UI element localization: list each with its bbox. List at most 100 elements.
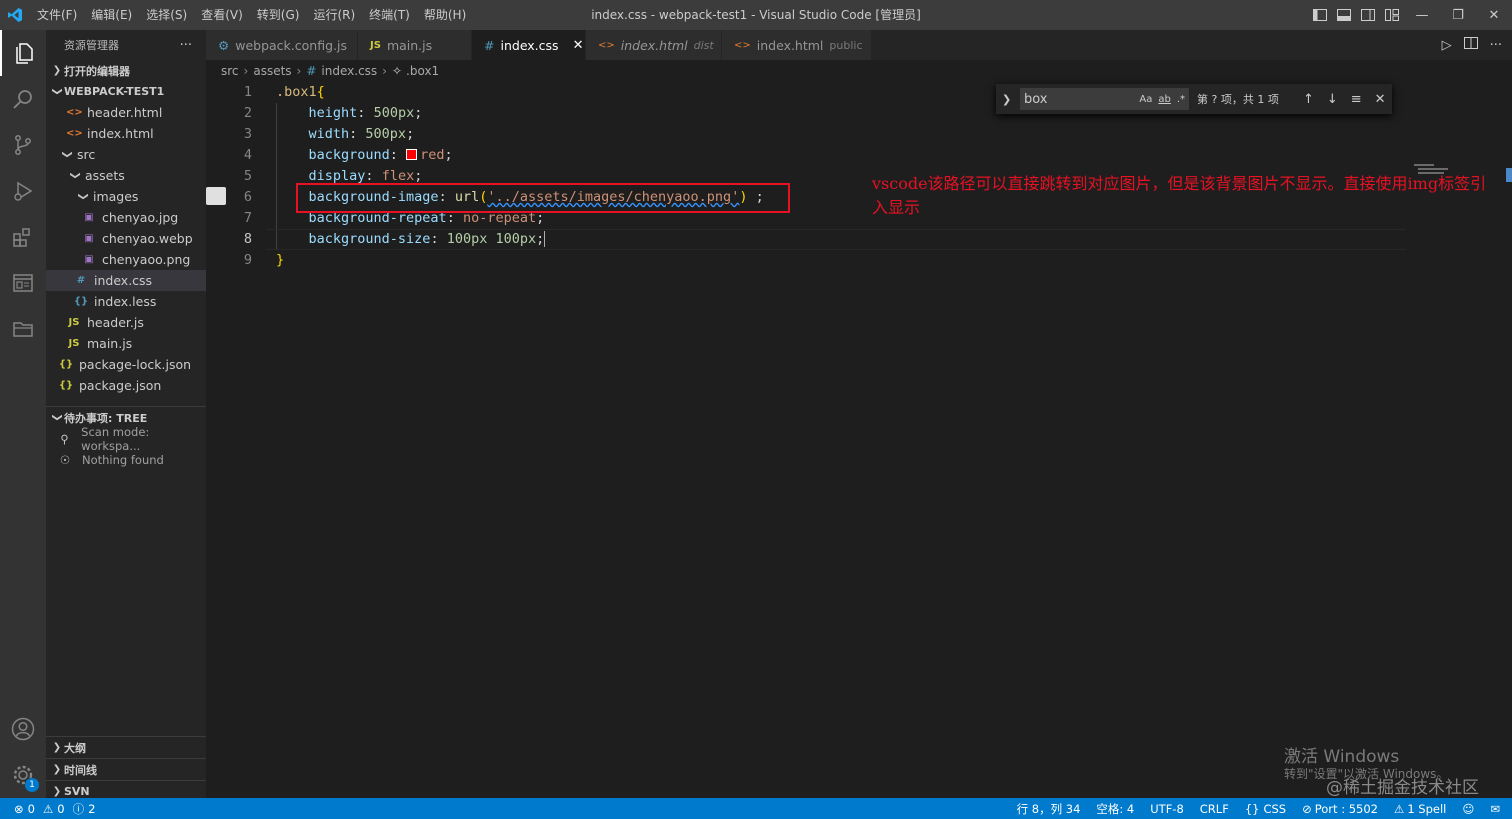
explorer-title: 资源管理器 — [64, 39, 119, 52]
search-icon[interactable] — [0, 76, 46, 122]
find-input[interactable]: box Aa ab .* — [1019, 88, 1190, 110]
chevron-down-icon: ❯ — [69, 171, 81, 180]
problems-indicator[interactable]: ⊗ 0 ⚠ 0 ⓘ 2 — [0, 801, 95, 817]
indentation[interactable]: 空格: 4 — [1096, 801, 1134, 817]
tree-item-chenyaoo-png[interactable]: ▣ chenyaoo.png — [46, 249, 206, 270]
find-result-count: 第 ? 项，共 1 项 — [1197, 93, 1279, 106]
tab-webpack-config[interactable]: ⚙ webpack.config.js — [206, 30, 358, 60]
chevron-down-icon: ❯ — [61, 150, 73, 159]
end-of-line[interactable]: CRLF — [1200, 802, 1229, 816]
chevron-right-icon: ❯ — [52, 65, 62, 76]
explorer-icon[interactable] — [0, 30, 46, 76]
tree-item-header-html[interactable]: <> header.html — [46, 102, 206, 123]
breadcrumb-selector[interactable]: .box1 — [406, 64, 439, 78]
site-watermark: @稀土掘金技术社区 — [1326, 778, 1479, 798]
menu-file[interactable]: 文件(F) — [30, 0, 84, 30]
breadcrumb-assets[interactable]: assets — [253, 64, 291, 78]
run-debug-icon[interactable] — [0, 168, 46, 214]
menu-selection[interactable]: 选择(S) — [139, 0, 194, 30]
find-in-selection-icon[interactable]: ≡ — [1344, 92, 1368, 107]
menu-bar: 文件(F) 编辑(E) 选择(S) 查看(V) 转到(G) 运行(R) 终端(T… — [30, 0, 473, 30]
next-match-arrow-down-icon[interactable]: ↓ — [1320, 92, 1344, 107]
cursor-position[interactable]: 行 8，列 34 — [1017, 801, 1081, 817]
toggle-panel-icon[interactable] — [1332, 0, 1356, 30]
feedback-icon[interactable]: ☺ — [1462, 802, 1474, 816]
activate-windows-watermark: 激活 Windows — [1284, 747, 1400, 767]
tab-index-html-dist[interactable]: <> index.html dist — [586, 30, 722, 60]
customize-layout-icon[interactable] — [1380, 0, 1404, 30]
match-case-toggle[interactable]: Aa — [1139, 94, 1152, 105]
spell-check[interactable]: ⚠ 1 Spell — [1394, 802, 1446, 816]
info-circle-icon: ☉ — [59, 452, 71, 467]
tree-item-header-js[interactable]: JS header.js — [46, 312, 206, 333]
tab-index-html-public[interactable]: <> index.html public — [722, 30, 872, 60]
toggle-replace-chevron-icon[interactable]: ❯ — [1002, 93, 1014, 106]
js-file-icon: JS — [370, 39, 381, 51]
match-word-toggle[interactable]: ab — [1158, 94, 1170, 105]
tree-folder-images[interactable]: ❯ images — [46, 186, 206, 207]
menu-terminal[interactable]: 终端(T) — [362, 0, 417, 30]
account-icon[interactable] — [0, 706, 46, 752]
tree-item-index-html[interactable]: <> index.html — [46, 123, 206, 144]
source-control-icon[interactable] — [0, 122, 46, 168]
color-swatch[interactable] — [406, 149, 418, 160]
close-window-icon[interactable]: ✕ — [1476, 0, 1512, 30]
close-find-icon[interactable]: ✕ — [1368, 92, 1392, 107]
previous-match-arrow-up-icon[interactable]: ↑ — [1297, 92, 1321, 107]
title-bar: 文件(F) 编辑(E) 选择(S) 查看(V) 转到(G) 运行(R) 终端(T… — [0, 0, 1512, 30]
json-file-icon: {} — [58, 359, 74, 370]
minimap[interactable] — [1414, 164, 1500, 178]
menu-run[interactable]: 运行(R) — [306, 0, 362, 30]
tree-item-index-less[interactable]: {} index.less — [46, 291, 206, 312]
encoding[interactable]: UTF-8 — [1150, 802, 1184, 816]
broadcast-icon: ⊘ — [1302, 801, 1312, 816]
project-section[interactable]: ❯ WEBPACK-TEST1 — [46, 81, 206, 102]
tree-item-package-lock-json[interactable]: {} package-lock.json — [46, 354, 206, 375]
toggle-sidebar-icon[interactable] — [1308, 0, 1332, 30]
tree-item-main-js[interactable]: JS main.js — [46, 333, 206, 354]
extensions-icon[interactable] — [0, 214, 46, 260]
split-editor-icon[interactable] — [1463, 37, 1478, 53]
todo-scan-mode[interactable]: ⚲ Scan mode: workspa... — [46, 425, 206, 453]
close-tab-icon[interactable]: ✕ — [573, 38, 584, 53]
menu-go[interactable]: 转到(G) — [250, 0, 307, 30]
restore-icon[interactable]: ❐ — [1440, 0, 1476, 30]
live-server-port[interactable]: ⊘ Port : 5502 — [1302, 802, 1378, 816]
tab-index-css[interactable]: # index.css ✕ — [472, 30, 586, 60]
menu-view[interactable]: 查看(V) — [194, 0, 250, 30]
manage-gear-icon[interactable]: 1 — [0, 752, 46, 798]
code-line: 9} — [243, 252, 285, 268]
minimize-icon[interactable]: — — [1404, 0, 1440, 30]
breadcrumb-file[interactable]: index.css — [321, 64, 377, 78]
language-mode[interactable]: {} CSS — [1245, 802, 1286, 816]
more-actions-icon[interactable]: ··· — [1490, 38, 1502, 53]
highlight-box — [296, 183, 790, 213]
outline-section[interactable]: ❯ 大纲 — [46, 737, 206, 758]
code-line: 3 width: 500px; — [243, 126, 415, 142]
regex-toggle[interactable]: .* — [1177, 94, 1185, 105]
js-file-icon: JS — [68, 317, 80, 328]
notifications-bell-icon[interactable]: ✉ — [1490, 802, 1500, 816]
html-file-icon: <> — [66, 107, 83, 118]
tree-item-chenyao-jpg[interactable]: ▣ chenyao.jpg — [46, 207, 206, 228]
toggle-secondary-sidebar-icon[interactable] — [1356, 0, 1380, 30]
more-actions-icon[interactable]: ··· — [180, 38, 192, 53]
breadcrumb-src[interactable]: src — [221, 64, 239, 78]
menu-help[interactable]: 帮助(H) — [417, 0, 473, 30]
menu-edit[interactable]: 编辑(E) — [84, 0, 139, 30]
project-manager-icon[interactable] — [0, 306, 46, 352]
open-editors-section[interactable]: ❯ 打开的编辑器 — [46, 60, 206, 81]
tab-main-js[interactable]: JS main.js — [358, 30, 472, 60]
manage-badge: 1 — [25, 778, 39, 792]
tree-folder-assets[interactable]: ❯ assets — [46, 165, 206, 186]
remote-explorer-icon[interactable] — [0, 260, 46, 306]
tree-folder-src[interactable]: ❯ src — [46, 144, 206, 165]
code-editor[interactable]: 1 .box1{ 2 height: 500px; 3 width: 500px;… — [206, 82, 1512, 798]
selector-icon: ✧ — [391, 64, 403, 78]
tree-item-index-css[interactable]: # index.css — [46, 270, 206, 291]
tree-item-package-json[interactable]: {} package.json — [46, 375, 206, 396]
run-icon[interactable]: ▷ — [1442, 38, 1452, 53]
tree-item-chenyao-webp[interactable]: ▣ chenyao.webp — [46, 228, 206, 249]
image-file-icon: ▣ — [84, 212, 94, 223]
timeline-section[interactable]: ❯ 时间线 — [46, 759, 206, 780]
